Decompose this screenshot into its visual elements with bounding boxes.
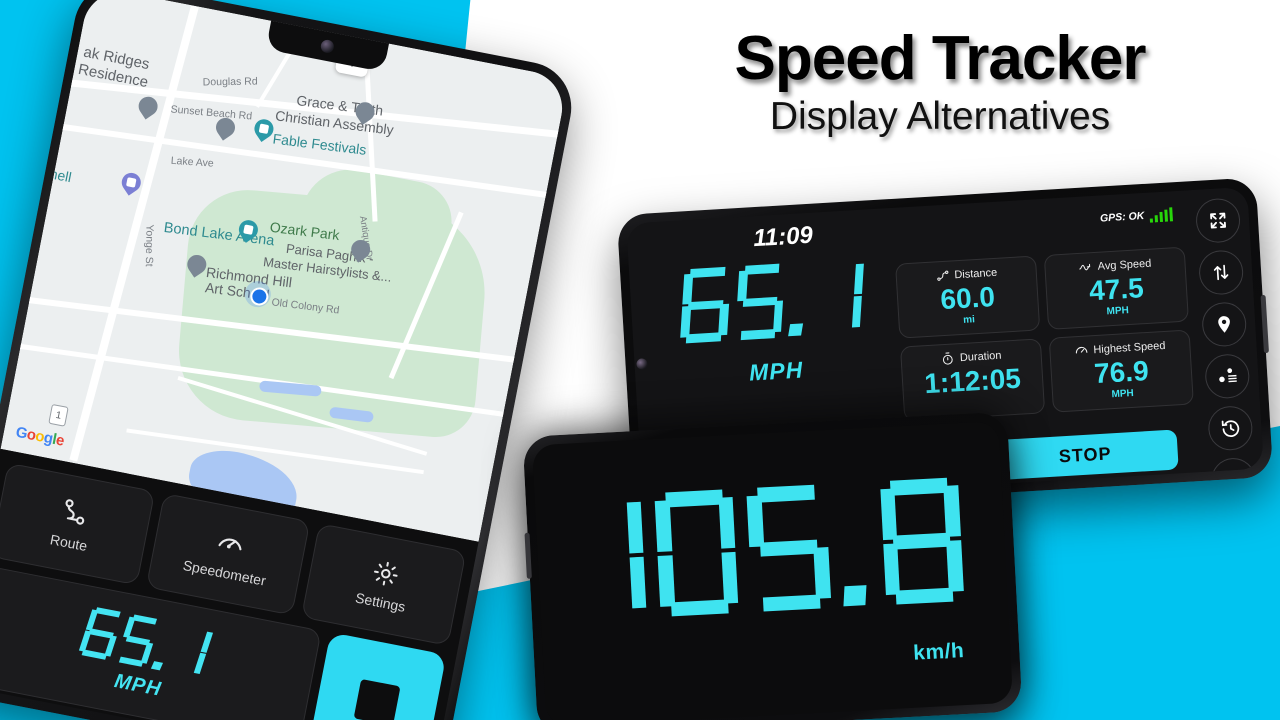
volume-button[interactable] [524,532,532,579]
seven-segment-digit [813,258,865,337]
headline-block: Speed Tracker Display Alternatives [660,26,1220,139]
phone-front-frame: km/h [522,411,1023,720]
map-label-poi: hell [48,165,73,186]
hud-speed-block: MPH [655,256,892,391]
stopwatch-icon [943,352,953,365]
map-label-road: Sunset Beach Rd [170,103,253,123]
gps-status-label: GPS: OK [1099,209,1145,225]
map-pin-icon [1218,316,1230,333]
fullscreen-icon [1210,212,1227,229]
stat-card-distance: Distance 60.0 mi [895,255,1041,339]
stop-button[interactable] [307,632,447,720]
route-list-button[interactable] [1204,353,1251,400]
settings-button-label: Settings [354,589,407,615]
stat-card-highest-speed: Highest Speed 76.9 MPH [1048,329,1194,413]
map-label-poi: Fable Festivals [271,130,368,158]
phone-front-screen: km/h [531,420,1014,720]
map-pin[interactable] [213,116,236,144]
swap-units-button[interactable] [1197,249,1245,296]
hud-speed-value [679,258,864,345]
seven-segment-dot [838,480,873,609]
seven-segment-digit [746,482,832,614]
seven-segment-digit [679,266,731,345]
route-button-label: Route [48,530,89,554]
phone-front: km/h [522,411,1023,720]
route-icon [1219,368,1237,383]
stat-label: Duration [959,349,1002,365]
clock: 11:09 [752,221,814,253]
phone-left-screen: ak Ridges Residence Douglas Rd Sunset Be… [0,0,569,720]
avg-speed-icon [1079,263,1091,271]
seven-segment-digit [562,492,648,624]
seven-segment-digit [734,262,786,341]
swap-vertical-icon [1213,264,1229,281]
stat-card-duration: Duration 1:12:05 [899,338,1046,422]
map-pin-parking[interactable] [119,171,142,199]
fullscreen-button[interactable] [1194,197,1242,244]
map-view[interactable]: ak Ridges Residence Douglas Rd Sunset Be… [0,0,569,542]
stop-square-icon [353,678,401,720]
seven-segment-digit [879,475,965,607]
front-speed-value [562,475,965,624]
route-icon [65,498,85,525]
gps-status: GPS: OK [1099,207,1174,225]
promo-stage: Speed Tracker Display Alternatives ak Ri… [0,0,1280,720]
settings-button[interactable]: Settings [301,523,467,646]
speedometer-icon [218,537,242,550]
signal-bars-icon [1149,207,1174,223]
map-pin[interactable] [136,95,159,123]
google-attribution: Google [14,423,66,450]
map-label-road: Douglas Rd [202,75,258,89]
stat-card-avg-speed: Avg Speed 47.5 MPH [1043,246,1189,330]
current-speed-unit: MPH [112,670,164,701]
stat-label: Distance [954,266,998,282]
stat-label: Avg Speed [1097,257,1152,273]
hud-stats-grid: Distance 60.0 mi Avg Speed 47.5 MPH Dura… [895,246,1194,422]
current-speed-value [77,606,215,679]
history-icon [1221,419,1239,437]
stop-button[interactable]: STOP [991,429,1179,481]
stat-label: Highest Speed [1093,339,1166,357]
gear-icon [374,561,398,585]
seven-segment-digit [654,487,740,619]
hud-speed-unit: MPH [748,356,804,386]
route-button[interactable]: Route [0,462,155,586]
front-speed-unit: km/h [912,639,965,665]
highest-speed-icon [1075,346,1088,354]
page-subtitle: Display Alternatives [769,95,1111,139]
page-title: Speed Tracker [734,24,1147,93]
map-label-road: Lake Ave [170,154,215,170]
speedometer-button-label: Speedometer [181,556,268,589]
location-button[interactable] [1200,301,1248,348]
distance-icon [936,270,948,281]
speedometer-button[interactable]: Speedometer [145,492,311,616]
map-label-road: Yonge St [142,224,156,267]
stat-value: 1:12:05 [923,362,1022,400]
seven-segment-dot [789,261,810,338]
history-button[interactable] [1207,404,1254,452]
highway-shield: 1 [48,403,69,427]
